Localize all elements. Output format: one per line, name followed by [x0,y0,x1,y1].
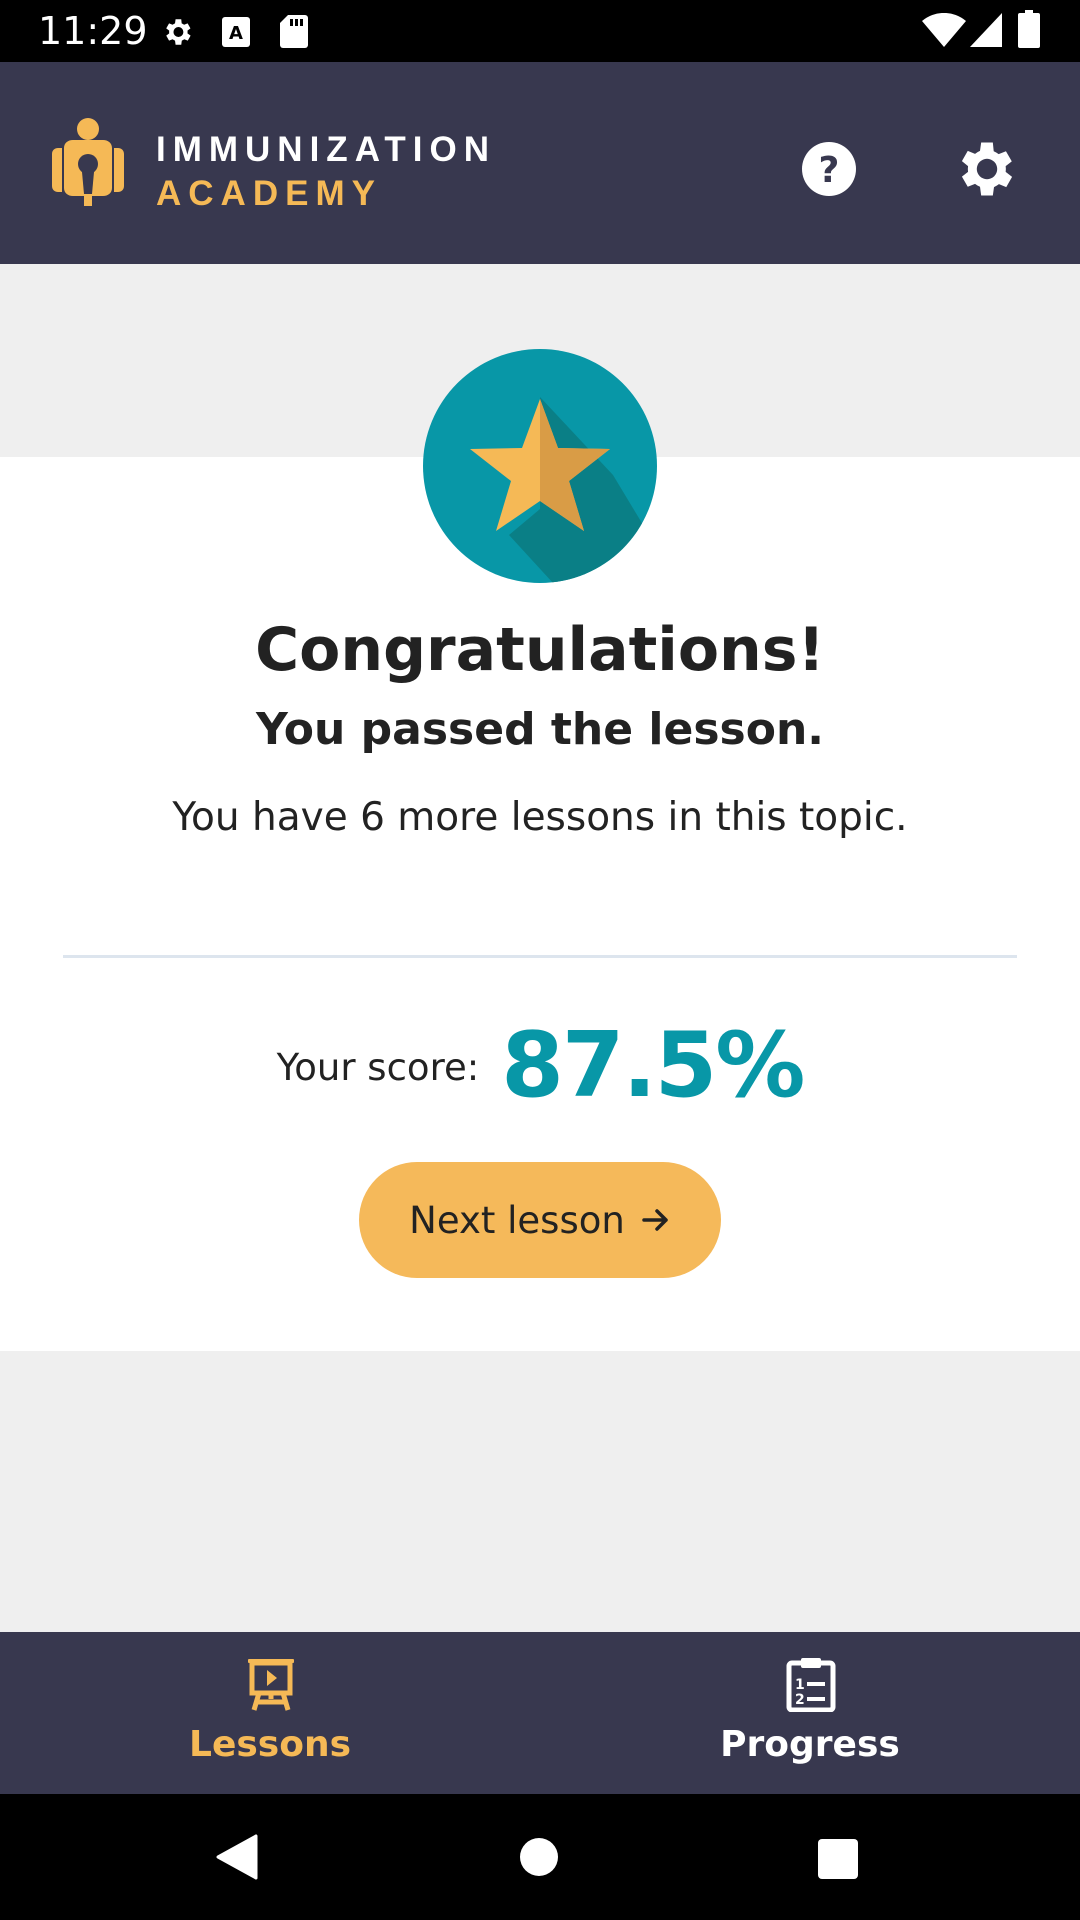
next-lesson-label: Next lesson [409,1198,625,1242]
text-a-icon: A [222,17,250,47]
congratulations-title: Congratulations! [255,615,825,685]
score-label: Your score: [276,1045,480,1089]
bottom-nav: Lessons 1 2 Progress [0,1632,1080,1794]
back-button[interactable] [216,1834,258,1880]
svg-text:1: 1 [795,1677,805,1693]
status-time: 11:29 [38,9,148,53]
settings-icon [166,19,191,45]
presentation-icon [248,1659,294,1711]
remaining-lessons-text: You have 6 more lessons in this topic. [172,795,908,840]
star-icon [423,349,657,583]
app-header: IMMUNIZATION ACADEMY ? [0,62,1080,264]
status-bar: 11:29 A [0,0,1080,62]
gear-icon [961,142,1013,196]
wifi-icon [922,13,966,47]
score-value: 87.5% [501,1012,805,1118]
svg-text:?: ? [819,150,840,191]
logo-icon [52,118,124,206]
nav-label-progress: Progress [720,1724,900,1765]
system-nav-bar [0,1794,1080,1920]
logo-text-line1: IMMUNIZATION [156,130,496,169]
help-icon: ? [802,142,856,196]
svg-text:A: A [229,23,243,44]
settings-button[interactable] [952,134,1022,204]
nav-label-lessons: Lessons [189,1724,351,1765]
score-row: Your score: 87.5% [0,1005,1080,1125]
clipboard-icon: 1 2 [786,1658,836,1712]
nav-item-lessons[interactable]: Lessons [0,1632,540,1794]
battery-icon [1018,10,1040,48]
next-lesson-button[interactable]: Next lesson [359,1162,721,1278]
home-button[interactable] [520,1838,558,1876]
divider [63,955,1017,958]
passed-subtitle: You passed the lesson. [255,704,824,755]
arrow-right-icon [641,1205,671,1235]
help-button[interactable]: ? [794,134,864,204]
nav-item-progress[interactable]: 1 2 Progress [540,1632,1080,1794]
signal-icon [970,13,1002,47]
recents-button[interactable] [818,1839,858,1879]
logo-text-line2: ACADEMY [156,174,382,213]
sd-card-icon [280,15,308,48]
svg-text:2: 2 [795,1692,805,1708]
